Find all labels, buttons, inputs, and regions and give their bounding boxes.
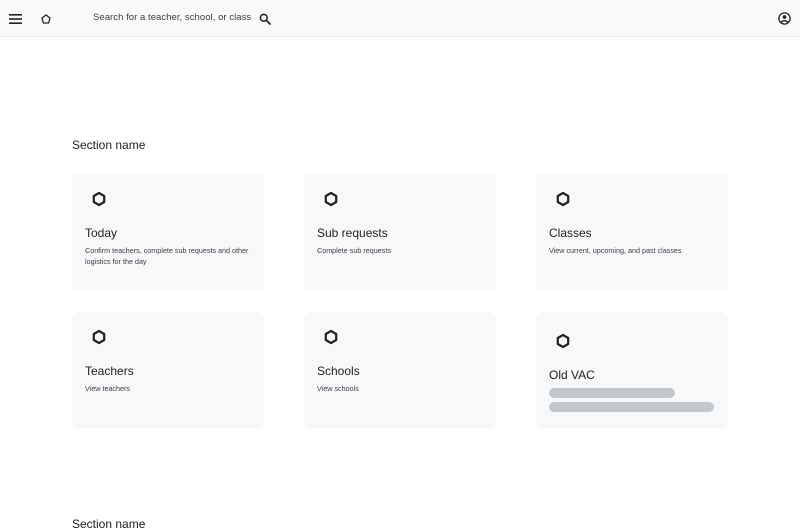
- skeleton-line: [549, 402, 714, 412]
- card-description: View current, upcoming, and past classes: [549, 246, 682, 255]
- hexagon-icon: [555, 191, 571, 207]
- home-icon[interactable]: [38, 11, 53, 26]
- hexagon-icon: [555, 333, 571, 349]
- menu-icon[interactable]: [7, 10, 24, 27]
- card-description: View schools: [317, 384, 359, 393]
- card-title: Old VAC: [549, 368, 595, 382]
- account-icon[interactable]: [776, 10, 793, 27]
- card-old-vac[interactable]: Old VAC: [536, 312, 728, 428]
- card-sub-requests[interactable]: Sub requests Complete sub requests: [304, 174, 496, 290]
- skeleton-line: [549, 388, 675, 398]
- card-schools[interactable]: Schools View schools: [304, 312, 496, 428]
- top-app-bar: Search for a teacher, school, or class: [0, 0, 800, 37]
- hexagon-icon: [91, 191, 107, 207]
- card-description: Confirm teachers, complete sub requests …: [85, 246, 249, 266]
- card-description: View teachers: [85, 384, 131, 393]
- card-title: Sub requests: [317, 226, 388, 240]
- card-title: Schools: [317, 364, 360, 378]
- card-today[interactable]: Today Confirm teachers, complete sub req…: [72, 174, 264, 290]
- card-title: Classes: [549, 226, 592, 240]
- search-input[interactable]: Search for a teacher, school, or class: [93, 12, 251, 23]
- card-classes[interactable]: Classes View current, upcoming, and past…: [536, 174, 728, 290]
- card-teachers[interactable]: Teachers View teachers: [72, 312, 264, 428]
- search-icon[interactable]: [257, 11, 272, 26]
- section-title: Section name: [72, 138, 146, 152]
- card-description: Complete sub requests: [317, 246, 391, 255]
- hexagon-icon: [91, 329, 107, 345]
- card-title: Today: [85, 226, 118, 240]
- card-title: Teachers: [85, 364, 134, 378]
- section-title: Section name: [72, 517, 146, 531]
- hexagon-icon: [323, 329, 339, 345]
- hexagon-icon: [323, 191, 339, 207]
